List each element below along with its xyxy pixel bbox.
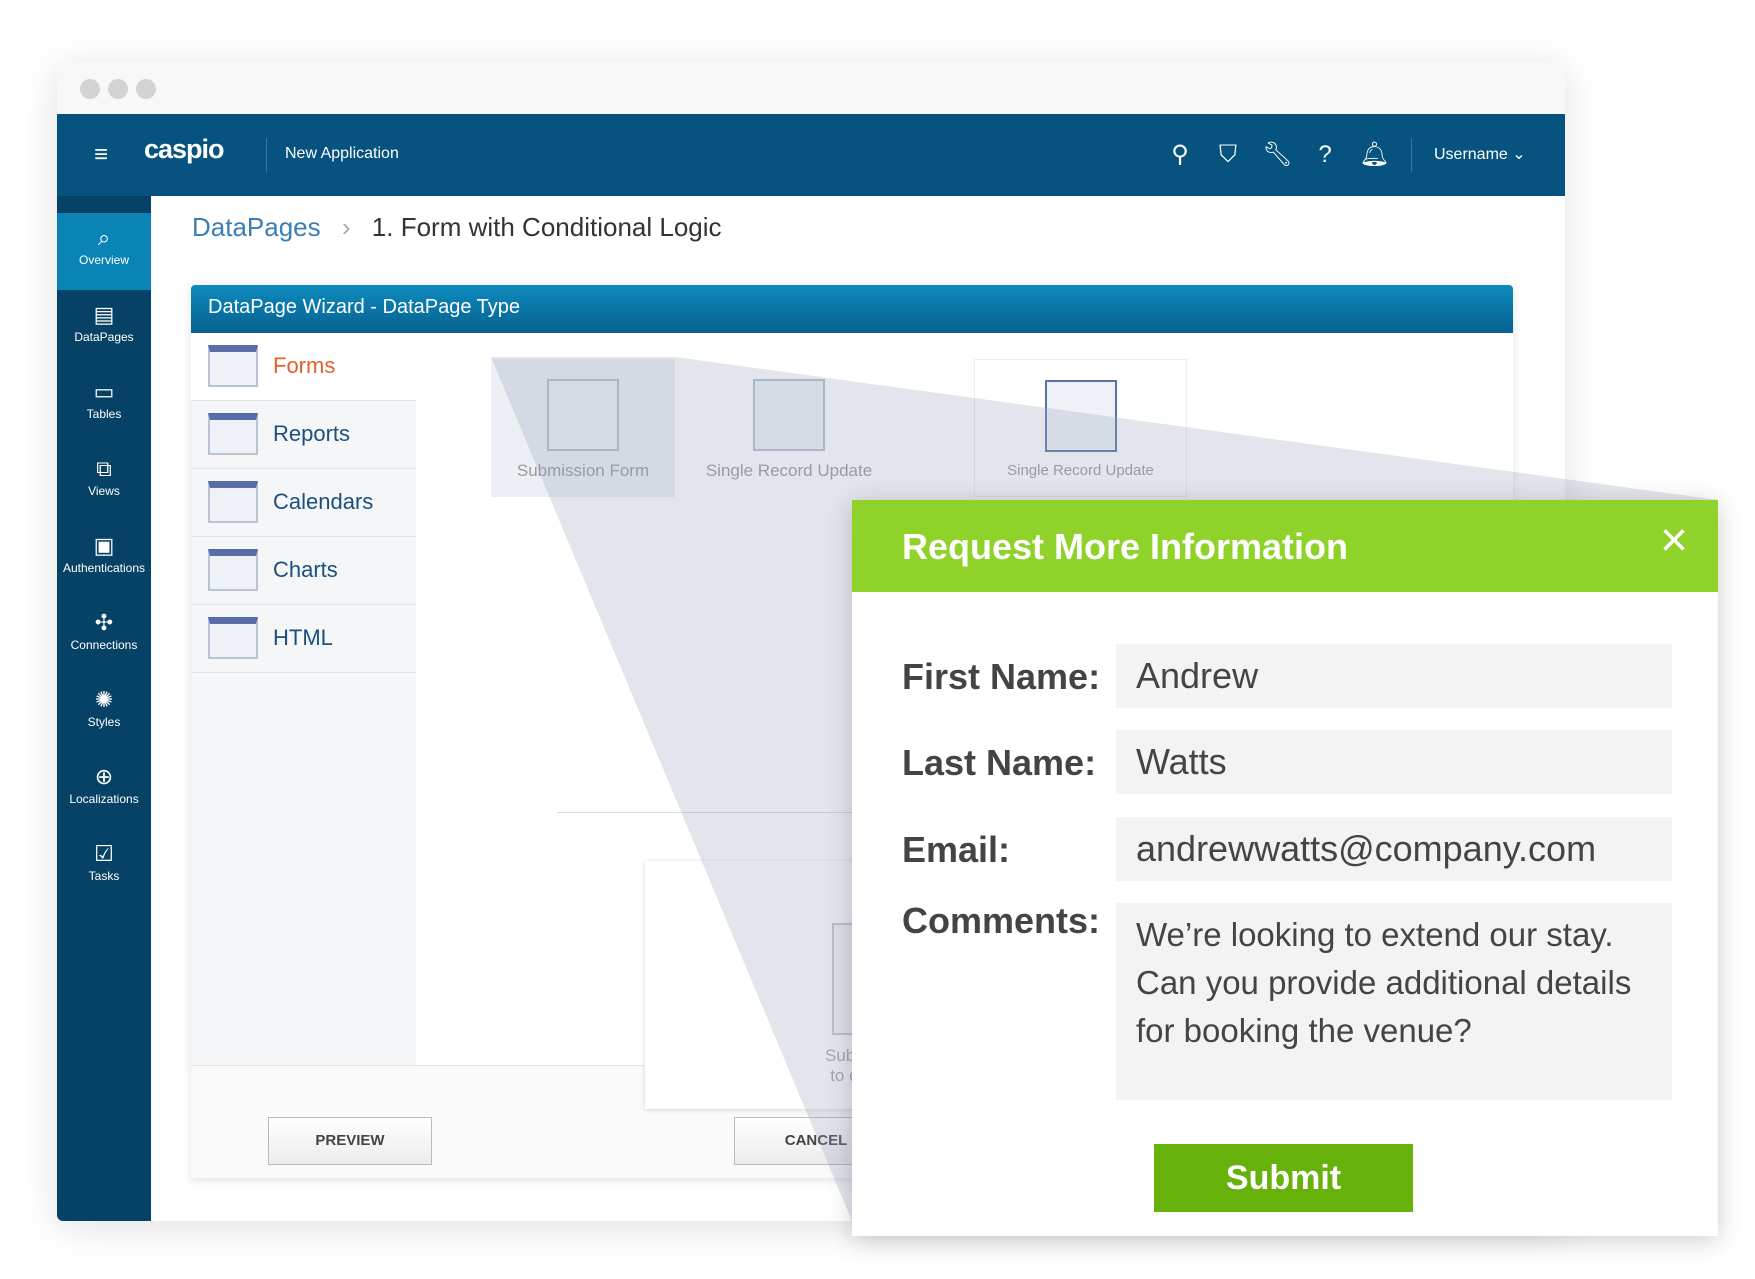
email-label: Email:: [902, 829, 1011, 870]
submit-button[interactable]: Submit: [1154, 1144, 1413, 1212]
email-input[interactable]: andrewwatts@company.com: [1116, 817, 1672, 881]
last-name-label: Last Name:: [902, 742, 1097, 783]
comment-line: We’re looking to extend our stay.: [1136, 916, 1614, 953]
first-name-label: First Name:: [902, 656, 1101, 697]
comment-line: for booking the venue?: [1136, 1012, 1472, 1049]
first-name-input[interactable]: Andrew: [1116, 644, 1672, 708]
last-name-input[interactable]: Watts: [1116, 730, 1672, 794]
modal-header: Request More Information ×: [852, 500, 1718, 592]
request-info-modal: Request More Information × First Name: A…: [852, 500, 1718, 1236]
modal-title: Request More Information: [902, 526, 1349, 567]
comments-textarea[interactable]: We’re looking to extend our stay. Can yo…: [1116, 903, 1672, 1100]
close-icon[interactable]: ×: [1660, 516, 1688, 566]
comments-label: Comments:: [902, 900, 1101, 941]
comment-line: Can you provide additional details: [1136, 964, 1632, 1001]
